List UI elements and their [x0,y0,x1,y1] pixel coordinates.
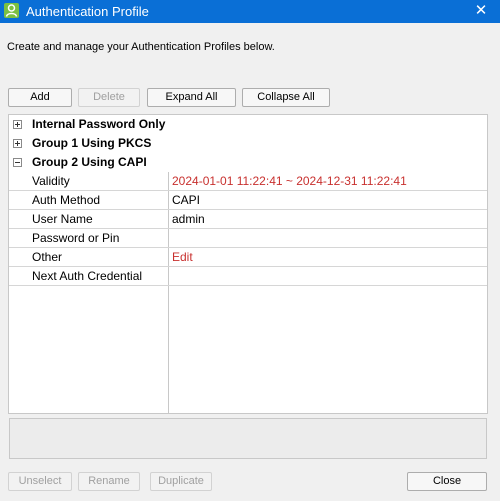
rename-button[interactable]: Rename [78,472,140,491]
close-icon: ✕ [474,2,488,19]
property-value: admin [172,212,205,226]
property-name: Validity [32,174,70,188]
tree-group-capi[interactable]: Group 2 Using CAPI [9,153,487,172]
property-name: User Name [32,212,93,226]
property-row-auth-method[interactable]: Auth Method CAPI [9,191,487,210]
property-row-user-name[interactable]: User Name admin [9,210,487,229]
unselect-button[interactable]: Unselect [8,472,72,491]
edit-link[interactable]: Edit [172,248,193,266]
tree-group-label: Internal Password Only [32,117,166,131]
property-row-next-auth-credential[interactable]: Next Auth Credential [9,267,487,286]
tree-group-label: Group 1 Using PKCS [32,136,152,150]
close-button[interactable]: Close [407,472,487,491]
details-panel [9,418,487,459]
window-close-button[interactable]: ✕ [462,0,500,23]
property-name: Password or Pin [32,231,120,245]
property-name: Next Auth Credential [32,269,143,283]
duplicate-button[interactable]: Duplicate [150,472,212,491]
property-row-validity[interactable]: Validity 2024-01-01 11:22:41 ~ 2024-12-3… [9,172,487,191]
tree-group-label: Group 2 Using CAPI [32,155,147,169]
plus-box-icon[interactable] [13,139,22,148]
tree-group-pkcs[interactable]: Group 1 Using PKCS [9,134,487,153]
property-row-other[interactable]: Other Edit [9,248,487,267]
page-description: Create and manage your Authentication Pr… [7,41,275,53]
property-row-password-or-pin[interactable]: Password or Pin [9,229,487,248]
title-bar: Authentication Profile ✕ [0,0,500,23]
tree-group-internal-password[interactable]: Internal Password Only [9,115,487,134]
property-value: 2024-01-01 11:22:41 ~ 2024-12-31 11:22:4… [172,174,407,188]
property-name: Auth Method [32,193,101,207]
minus-box-icon[interactable] [13,158,22,167]
profile-tree[interactable]: Internal Password Only Group 1 Using PKC… [8,114,488,414]
property-name: Other [32,250,63,264]
property-value: CAPI [172,193,201,207]
collapse-all-button[interactable]: Collapse All [242,88,330,107]
delete-button[interactable]: Delete [78,88,140,107]
window-title: Authentication Profile [26,4,149,19]
plus-box-icon[interactable] [13,120,22,129]
user-profile-icon [4,3,19,18]
expand-all-button[interactable]: Expand All [147,88,236,107]
add-button[interactable]: Add [8,88,72,107]
